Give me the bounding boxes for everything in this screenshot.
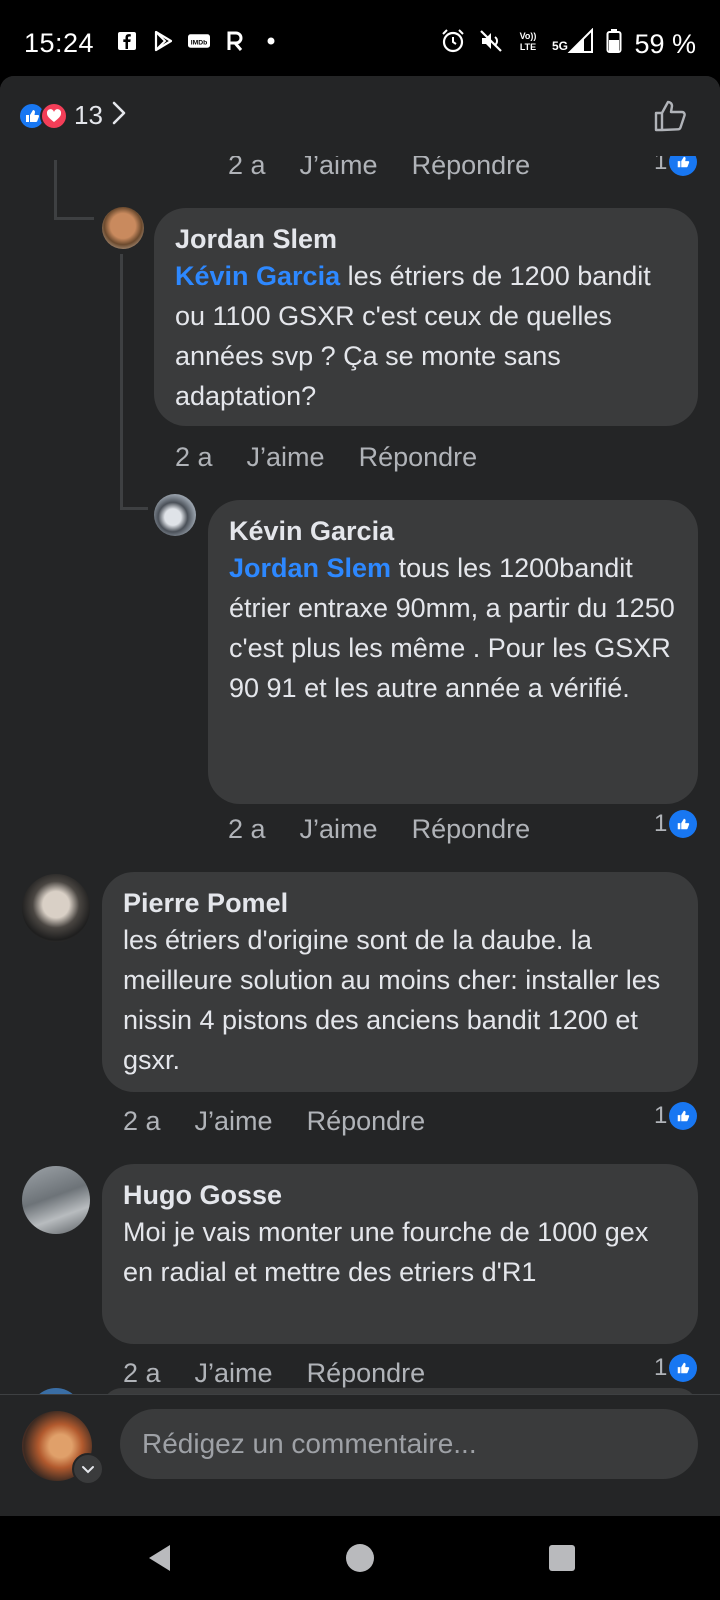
volte-icon: Vo)) LTE [516, 28, 540, 61]
comment-actions: 2 a J’aime Répondre [123, 1358, 425, 1389]
thread-line [54, 217, 94, 220]
like-comment-button[interactable]: J’aime [247, 442, 325, 473]
comment-input[interactable] [120, 1409, 698, 1479]
dot-icon [260, 30, 282, 52]
mention-link[interactable]: Kévin Garcia [175, 261, 340, 291]
svg-text:IMDb: IMDb [191, 39, 208, 46]
comment-author[interactable]: Jordan Slem [175, 222, 678, 256]
reply-button[interactable]: Répondre [307, 1106, 426, 1137]
comment-composer [0, 1394, 720, 1516]
comment-actions: 2 a J’aime Répondre [175, 442, 477, 473]
like-outline-icon [654, 100, 686, 132]
mention-link[interactable]: Jordan Slem [229, 553, 391, 583]
comment-likes: 1 [654, 1354, 698, 1382]
like-badge-icon [669, 1102, 698, 1130]
navigation-bar [0, 1516, 720, 1600]
svg-text:5G: 5G [552, 39, 568, 53]
battery-icon [606, 28, 622, 61]
thread-line [120, 254, 123, 510]
comment-actions: 2 a J’aime Répondre [123, 1106, 425, 1137]
comment-bubble: Jordan Slem Kévin Garcia les étriers de … [154, 208, 698, 426]
status-right: Vo)) LTE 5G 59 % [440, 27, 696, 61]
svg-text:LTE: LTE [520, 42, 536, 52]
comment-text: Kévin Garcia les étriers de 1200 bandit … [175, 261, 651, 411]
alarm-icon [440, 28, 466, 61]
comment-likes: 1 [654, 810, 698, 838]
svg-text:Vo)): Vo)) [520, 31, 537, 41]
chevron-down-icon[interactable] [72, 1453, 104, 1485]
comment-bubble: Pierre Pomel les étriers d'origine sont … [102, 872, 698, 1092]
comment-likes: 1 [654, 1102, 698, 1130]
sheet-header: 13 [0, 76, 720, 156]
avatar[interactable] [154, 494, 196, 536]
signal-5g-icon: 5G [552, 27, 594, 61]
comment-text: les étriers d'origine sont de la daube. … [123, 925, 661, 1075]
like-badge-icon [669, 1354, 698, 1382]
comment-actions: 2 a J’aime Répondre [228, 814, 530, 845]
like-post-button[interactable] [652, 98, 688, 139]
status-left-icons: IMDb [116, 30, 282, 52]
like-badge-icon [669, 810, 698, 838]
recents-icon[interactable] [548, 1544, 576, 1577]
comment-text: Jordan Slem tous les 1200bandit étrier e… [229, 553, 675, 703]
comment-time: 2 a [228, 814, 266, 844]
comment-author[interactable]: Pierre Pomel [123, 886, 678, 920]
back-icon[interactable] [145, 1542, 173, 1579]
battery-percent: 59 % [634, 29, 696, 59]
r-app-icon [224, 30, 246, 52]
reactions-summary[interactable]: 13 [18, 100, 127, 131]
thread-line [120, 507, 148, 510]
avatar[interactable] [22, 874, 90, 942]
mute-icon [478, 28, 504, 61]
chevron-right-icon [111, 100, 127, 131]
reply-button[interactable]: Répondre [307, 1358, 426, 1389]
comment-bubble: Hugo Gosse Moi je vais monter une fourch… [102, 1164, 698, 1344]
play-store-icon [152, 30, 174, 52]
avatar[interactable] [102, 207, 144, 249]
home-icon[interactable] [344, 1542, 376, 1579]
imdb-icon: IMDb [188, 30, 210, 52]
comment-text: Moi je vais monter une fourche de 1000 g… [123, 1217, 649, 1287]
comment-author[interactable]: Kévin Garcia [229, 514, 678, 548]
comment-author[interactable]: Hugo Gosse [123, 1178, 678, 1212]
like-comment-button[interactable]: J’aime [195, 1106, 273, 1137]
avatar[interactable] [22, 1166, 90, 1234]
reply-button[interactable]: Répondre [359, 442, 478, 473]
reaction-count: 13 [74, 100, 103, 130]
comments-sheet: 13 2 a J’aime Répondre 1 Jordan Slem Kév… [0, 76, 720, 1516]
comment-time: 2 a [175, 442, 213, 472]
status-bar: 15:24 IMDb Vo)) LTE 5G 59 % [0, 0, 720, 76]
status-time: 15:24 [24, 28, 95, 58]
love-reaction-icon [40, 101, 68, 130]
reply-button[interactable]: Répondre [412, 814, 531, 845]
comment-time: 2 a [123, 1358, 161, 1388]
thread-line [54, 160, 57, 220]
comment-time: 2 a [123, 1106, 161, 1136]
facebook-icon [116, 30, 138, 52]
comment-bubble: Kévin Garcia Jordan Slem tous les 1200ba… [208, 500, 698, 804]
like-comment-button[interactable]: J’aime [300, 814, 378, 845]
like-comment-button[interactable]: J’aime [195, 1358, 273, 1389]
